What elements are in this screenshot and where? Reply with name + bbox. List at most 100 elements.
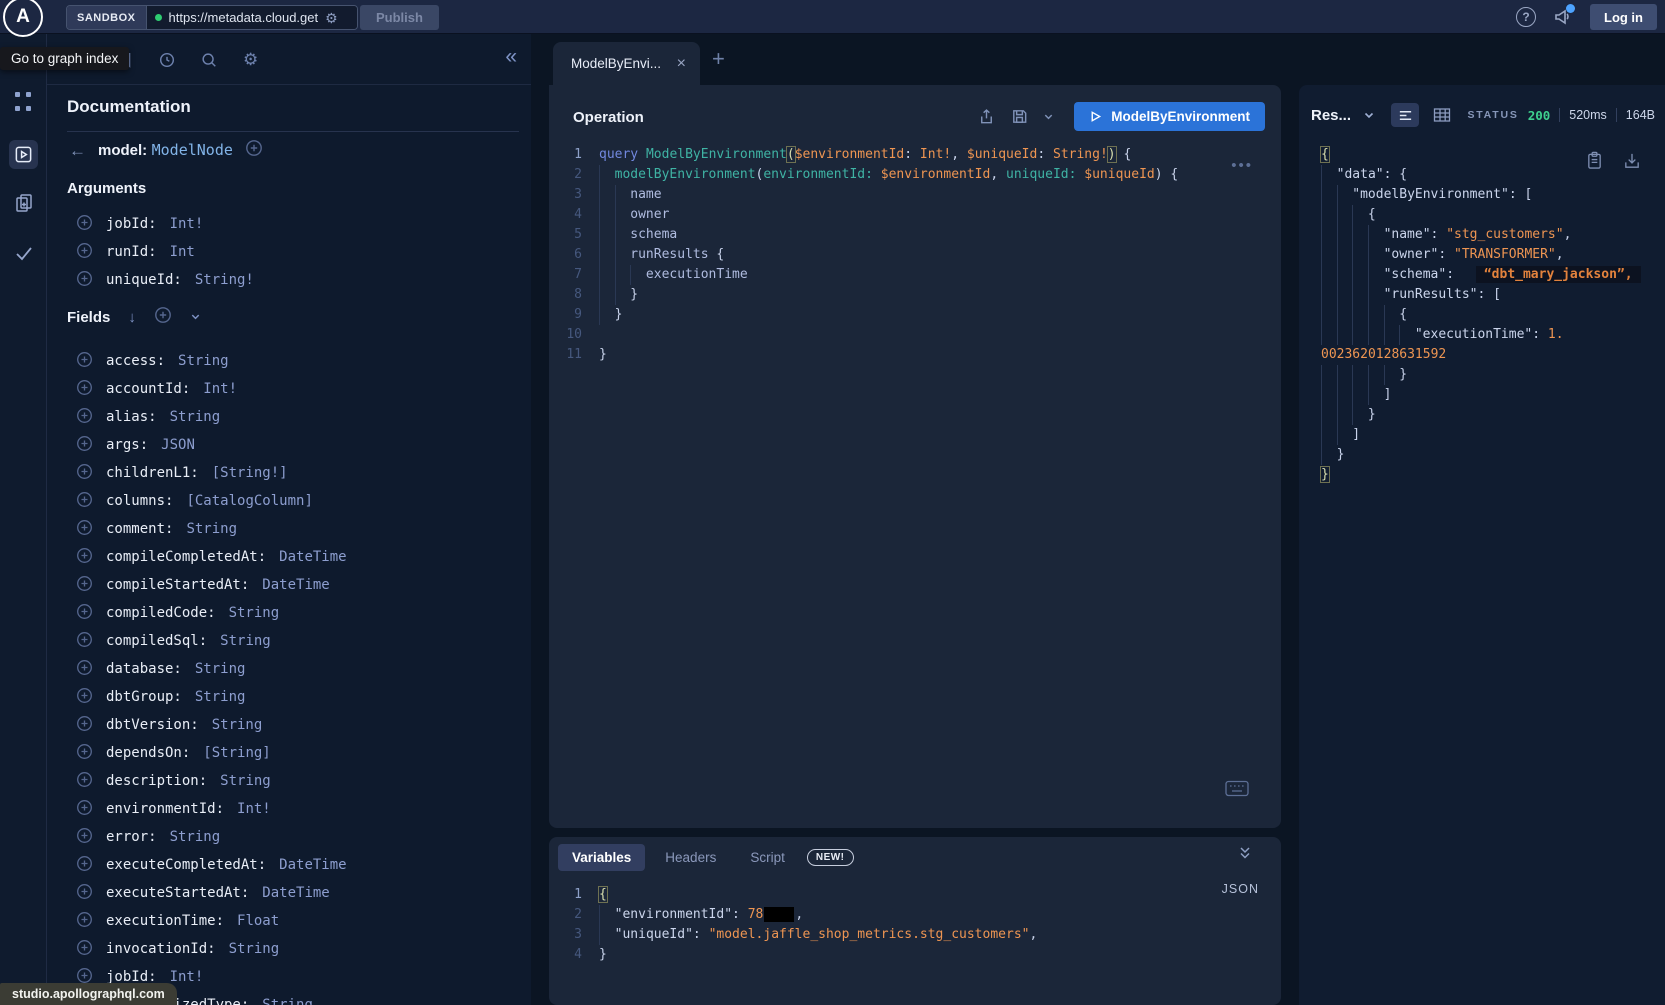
field-type[interactable]: String — [170, 829, 221, 845]
add-to-query-icon[interactable] — [76, 547, 93, 568]
sort-fields-icon[interactable]: ↓ — [128, 309, 136, 326]
code-line[interactable]: 3name — [549, 185, 1281, 205]
response-table-view-icon[interactable] — [1433, 107, 1451, 123]
field-row[interactable]: invocationId:String — [47, 935, 531, 963]
field-type[interactable]: [String] — [203, 745, 270, 761]
graph-index-icon[interactable] — [15, 92, 33, 118]
code-line[interactable]: 8} — [549, 285, 1281, 305]
add-to-query-icon[interactable] — [76, 435, 93, 456]
back-arrow-icon[interactable]: ← — [69, 141, 86, 161]
add-to-query-icon[interactable] — [76, 379, 93, 400]
code-line[interactable]: 4} — [549, 945, 1281, 965]
field-type[interactable]: String — [220, 633, 271, 649]
field-row[interactable]: dependsOn:[String] — [47, 739, 531, 767]
code-line[interactable]: } — [1321, 465, 1665, 485]
fields-chevron-icon[interactable] — [190, 309, 201, 327]
code-line[interactable]: 11} — [549, 345, 1281, 365]
field-type[interactable]: JSON — [161, 437, 195, 453]
add-to-query-icon[interactable] — [76, 911, 93, 932]
field-type[interactable]: Int! — [237, 801, 271, 817]
add-to-query-icon[interactable] — [76, 939, 93, 960]
field-row[interactable]: description:String — [47, 767, 531, 795]
add-to-query-icon[interactable] — [76, 771, 93, 792]
code-line[interactable]: 2"environmentId": 78, — [549, 905, 1281, 925]
tab-script[interactable]: Script — [736, 844, 799, 871]
field-row[interactable]: compileStartedAt:DateTime — [47, 571, 531, 599]
checks-icon[interactable] — [0, 242, 47, 264]
endpoint-url-input[interactable]: https://metadata.cloud.get ⚙ — [147, 6, 357, 29]
code-line[interactable]: "name": "stg_customers", — [1321, 225, 1665, 245]
add-fields-icon[interactable] — [154, 306, 172, 329]
field-type[interactable]: String — [229, 605, 280, 621]
field-row[interactable]: compiledSql:String — [47, 627, 531, 655]
code-line[interactable]: } — [1321, 445, 1665, 465]
field-row[interactable]: compiledCode:String — [47, 599, 531, 627]
code-line[interactable]: 6runResults { — [549, 245, 1281, 265]
field-row[interactable]: columns:[CatalogColumn] — [47, 487, 531, 515]
download-response-icon[interactable] — [1623, 151, 1641, 175]
add-all-fields-icon[interactable] — [245, 139, 263, 162]
field-type[interactable]: [String!] — [212, 465, 288, 481]
add-to-query-icon[interactable] — [76, 242, 93, 263]
add-to-query-icon[interactable] — [76, 687, 93, 708]
field-type[interactable]: Float — [237, 913, 279, 929]
code-line[interactable]: "executionTime": 1. — [1321, 325, 1665, 345]
field-row[interactable]: args:JSON — [47, 431, 531, 459]
field-type[interactable]: String — [195, 689, 246, 705]
field-row[interactable]: error:String — [47, 823, 531, 851]
add-to-query-icon[interactable] — [76, 575, 93, 596]
code-line[interactable]: 1{ — [549, 885, 1281, 905]
response-title[interactable]: Res... — [1311, 107, 1351, 124]
field-row[interactable]: executeStartedAt:DateTime — [47, 879, 531, 907]
response-json-view-icon[interactable] — [1391, 103, 1419, 127]
collapse-variables-icon[interactable] — [1237, 845, 1253, 866]
add-to-query-icon[interactable] — [76, 407, 93, 428]
code-line[interactable]: } — [1321, 405, 1665, 425]
history-icon[interactable] — [158, 51, 176, 74]
argument-row[interactable]: jobId:Int! — [47, 210, 531, 238]
code-line[interactable]: } — [1321, 365, 1665, 385]
close-tab-icon[interactable]: × — [677, 56, 686, 72]
help-icon[interactable]: ? — [1516, 7, 1536, 27]
run-operation-button[interactable]: ModelByEnvironment — [1074, 102, 1265, 131]
add-to-query-icon[interactable] — [76, 659, 93, 680]
code-line[interactable]: 2modelByEnvironment(environmentId: $envi… — [549, 165, 1281, 185]
argument-row[interactable]: runId:Int — [47, 238, 531, 266]
code-line[interactable]: "owner": "TRANSFORMER", — [1321, 245, 1665, 265]
field-type[interactable]: String — [262, 997, 313, 1005]
field-row[interactable]: comment:String — [47, 515, 531, 543]
field-row[interactable]: alias:String — [47, 403, 531, 431]
field-row[interactable]: dbtGroup:String — [47, 683, 531, 711]
new-tab-icon[interactable]: + — [712, 48, 725, 70]
field-type[interactable]: String! — [195, 272, 254, 288]
add-to-query-icon[interactable] — [76, 631, 93, 652]
field-type[interactable]: DateTime — [262, 577, 329, 593]
endpoint-settings-gear-icon[interactable]: ⚙ — [325, 11, 338, 25]
field-row[interactable]: database:String — [47, 655, 531, 683]
code-line[interactable]: { — [1321, 305, 1665, 325]
code-line[interactable]: 1query ModelByEnvironment($environmentId… — [549, 145, 1281, 165]
add-to-query-icon[interactable] — [76, 855, 93, 876]
field-type[interactable]: String — [178, 353, 229, 369]
add-to-query-icon[interactable] — [76, 715, 93, 736]
code-line[interactable]: ] — [1321, 385, 1665, 405]
variables-editor[interactable]: 1{2"environmentId": 78,3"uniqueId": "mod… — [549, 885, 1281, 965]
code-line[interactable]: 3"uniqueId": "model.jaffle_shop_metrics.… — [549, 925, 1281, 945]
field-type[interactable]: Int! — [170, 969, 204, 985]
code-line[interactable]: 7executionTime — [549, 265, 1281, 285]
add-to-query-icon[interactable] — [76, 743, 93, 764]
code-line[interactable]: 10 — [549, 325, 1281, 345]
field-type[interactable]: String — [229, 941, 280, 957]
publish-button[interactable]: Publish — [360, 5, 439, 30]
field-type[interactable]: Int! — [203, 381, 237, 397]
code-line[interactable]: { — [1321, 205, 1665, 225]
field-type[interactable]: String — [212, 717, 263, 733]
field-row[interactable]: dbtVersion:String — [47, 711, 531, 739]
operation-tab[interactable]: ModelByEnvi... × — [553, 42, 700, 85]
announcements-megaphone-icon[interactable] — [1552, 6, 1574, 28]
field-type[interactable]: String — [220, 773, 271, 789]
code-line[interactable]: "modelByEnvironment": [ — [1321, 185, 1665, 205]
code-line[interactable]: "runResults": [ — [1321, 285, 1665, 305]
field-row[interactable]: access:String — [47, 347, 531, 375]
search-icon[interactable] — [200, 51, 218, 74]
